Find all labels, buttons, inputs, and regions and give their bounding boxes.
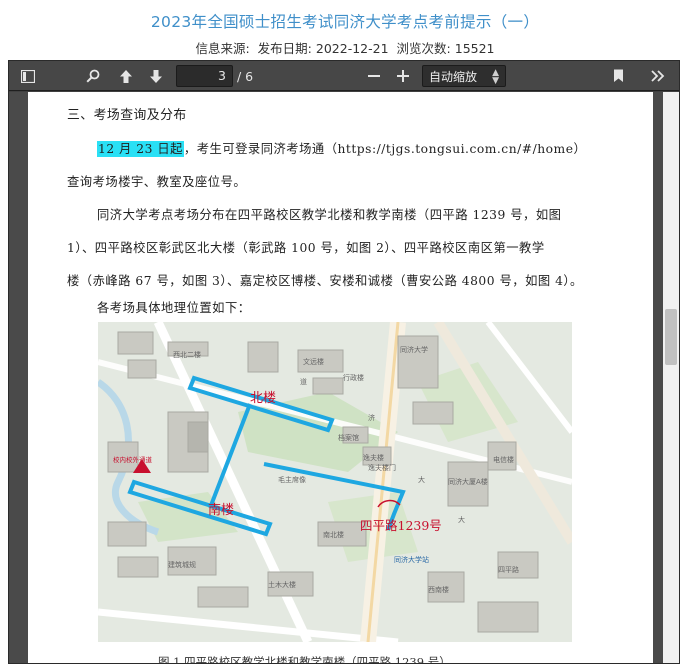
zoom-select-value: 自动缩放 xyxy=(429,69,478,84)
plus-icon xyxy=(397,70,409,82)
paragraph-1-line-1: 12 月 23 日起，考生可登录同济考场通（https://tjgs.tongs… xyxy=(97,139,586,157)
publish-date: 2022-12-21 xyxy=(315,41,389,56)
section-heading: 三、考场查询及分布 xyxy=(67,108,187,123)
arrow-up-icon xyxy=(120,69,132,83)
date-label: 发布日期: xyxy=(257,41,312,56)
page-number-value: 3 xyxy=(218,68,226,83)
map-road-label-4: 大 xyxy=(458,515,465,524)
find-button[interactable] xyxy=(82,65,104,87)
sidebar-icon xyxy=(21,69,35,83)
page-count: / 6 xyxy=(237,69,254,84)
map-building-label-9: 同济大学 xyxy=(400,345,428,354)
map-building-label-7: 毛主席像 xyxy=(278,475,306,484)
zoom-in-button[interactable] xyxy=(392,65,414,87)
map-label-north-building: 北楼 xyxy=(250,391,276,406)
minus-icon xyxy=(368,75,380,77)
zoom-select[interactable]: 自动缩放 ▲ ▼ xyxy=(422,65,506,87)
search-icon xyxy=(86,69,100,83)
arrow-down-icon xyxy=(150,69,162,83)
paragraph-2-line-3: 楼（赤峰路 67 号，如图 3）、嘉定校区博楼、安楼和诚楼（曹安公路 4800 … xyxy=(67,274,583,288)
map-building-label-6: 电信楼 xyxy=(493,455,514,464)
campus-map: 北楼 南楼 四平路1239号 校内校外通道 道 济 大 大 同济大学站 文远楼 … xyxy=(98,322,572,642)
map-building-label-4: 逸夫楼 xyxy=(363,453,384,462)
map-label-gate: 校内校外通道 xyxy=(113,455,153,464)
source-line: 信息来源: 发布日期: 2022-12-21 浏览次数: 15521 xyxy=(0,38,690,57)
paragraph-2-line-2: 1）、四平路校区彰武区北大楼（彰武路 100 号，如图 2）、四平路校区南区第一… xyxy=(67,241,545,255)
map-label-address: 四平路1239号 xyxy=(360,518,442,533)
scrollbar-thumb[interactable] xyxy=(665,309,677,365)
zoom-out-button[interactable] xyxy=(363,65,385,87)
map-building-label-14: 土木大楼 xyxy=(268,580,296,589)
map-building-label-1: 文远楼 xyxy=(303,357,324,366)
page-number-input[interactable]: 3 xyxy=(176,65,233,87)
map-building-label-11: 四平路 xyxy=(498,565,519,574)
map-metro-label: 同济大学站 xyxy=(394,555,429,564)
map-building-label-15: 西南楼 xyxy=(428,585,449,594)
pdf-toolbar: 3 / 6 自动缩放 ▲ ▼ xyxy=(9,61,679,91)
map-building-label-10: 西北二楼 xyxy=(173,350,201,359)
map-building-label-2: 行政楼 xyxy=(343,373,364,382)
campus-map-image: 北楼 南楼 四平路1239号 校内校外通道 道 济 大 大 同济大学站 文远楼 … xyxy=(98,322,572,642)
map-road-label-2: 济 xyxy=(368,413,375,422)
source-label: 信息来源: xyxy=(195,41,250,56)
map-building-label-13: 建筑城规 xyxy=(168,560,196,569)
document-scroll-area[interactable]: 三、考场查询及分布 12 月 23 日起，考生可登录同济考场通（https://… xyxy=(9,92,679,664)
views-label: 浏览次数: xyxy=(396,41,451,56)
page-title: 2023年全国硕士招生考试同济大学考点考前提示（一） xyxy=(150,13,540,31)
paragraph-1-line-2: 查询考场楼宇、教室及座位号。 xyxy=(67,175,247,189)
pdf-page: 三、考场查询及分布 12 月 23 日起，考生可登录同济考场通（https://… xyxy=(28,92,653,664)
date-highlight: 12 月 23 日起 xyxy=(97,141,184,157)
updown-caret-icon: ▲ ▼ xyxy=(492,68,499,86)
double-chevron-right-icon xyxy=(651,70,665,82)
map-building-label-5: 同济大厦A楼 xyxy=(448,477,488,486)
map-label-south-building: 南楼 xyxy=(208,502,234,518)
paragraph-1-rest: ，考生可登录同济考场通（https://tjgs.tongsui.com.cn/… xyxy=(183,142,587,156)
views-count: 15521 xyxy=(454,41,495,56)
pdf-viewer: 3 / 6 自动缩放 ▲ ▼ 三、考场查询及分布 12 月 23 日起，考生可登录… xyxy=(8,60,680,664)
tools-menu-button[interactable] xyxy=(647,65,669,87)
next-page-button[interactable] xyxy=(145,65,167,87)
bookmark-button[interactable] xyxy=(607,65,629,87)
previous-page-button[interactable] xyxy=(115,65,137,87)
bookmark-icon xyxy=(613,69,623,82)
sidebar-toggle-button[interactable] xyxy=(17,65,39,87)
map-road-label-3: 大 xyxy=(418,475,425,484)
map-building-label-3: 档案馆 xyxy=(338,433,359,442)
paragraph-2-line-1: 同济大学考点考场分布在四平路校区教学北楼和教学南楼（四平路 1239 号，如图 xyxy=(97,208,562,222)
vertical-scrollbar[interactable] xyxy=(663,92,679,663)
figure-caption: 图 1 四平路校区教学北楼和教学南楼（四平路 1239 号） xyxy=(158,655,451,664)
paragraph-3: 各考场具体地理位置如下： xyxy=(97,301,251,315)
map-building-label-12: 南北楼 xyxy=(323,530,344,539)
map-road-label-1: 道 xyxy=(300,377,307,386)
map-building-label-8: 逸夫楼门 xyxy=(368,463,396,472)
